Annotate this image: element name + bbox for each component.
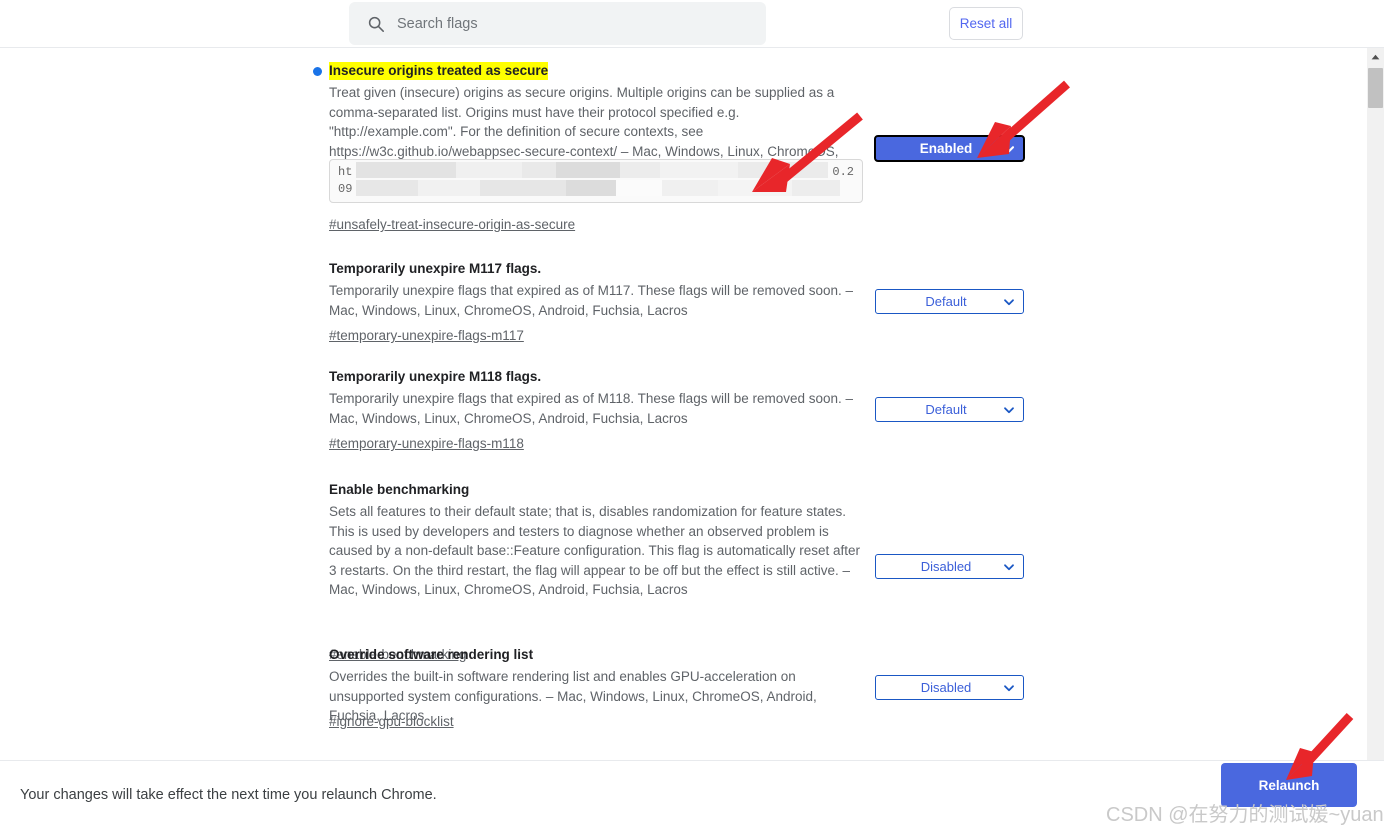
flag-permalink[interactable]: #unsafely-treat-insecure-origin-as-secur… [329,217,575,232]
flag-title-line: Override software rendering list [329,646,863,664]
flag-title: Temporarily unexpire M117 flags. [329,261,542,276]
flag-select-value: Default [925,402,967,417]
chevron-down-icon [1004,684,1014,691]
chevron-down-icon [1003,145,1015,152]
flags-toolbar: Reset all [0,0,1384,48]
flag-title-line: Temporarily unexpire M117 flags. [329,260,863,278]
flag-title: Insecure origins treated as secure [329,62,549,80]
origin-input-visible-text: ht 09 [338,165,353,196]
flag-title: Enable benchmarking [329,482,470,497]
flag-permalink[interactable]: #temporary-unexpire-flags-m117 [329,328,524,343]
flag-description: Temporarily unexpire flags that expired … [329,283,854,318]
flag-select-insecure-origins[interactable]: Enabled [874,135,1025,162]
relaunch-note: Your changes will take effect the next t… [20,787,437,803]
flag-description: Sets all features to their default state… [329,504,861,597]
flag-description: Temporarily unexpire flags that expired … [329,391,854,426]
flag-select-value: Default [925,294,967,309]
chevron-down-icon [1004,298,1014,305]
search-flags-box[interactable] [349,2,766,45]
flag-title-line: Enable benchmarking [329,481,863,499]
flag-select-unexpire-m117[interactable]: Default [875,289,1024,314]
flag-text-block: Enable benchmarking Sets all features to… [329,481,863,600]
insecure-origins-input[interactable]: ht 09 0.2 [329,159,863,203]
vertical-scrollbar[interactable] [1366,48,1384,760]
scroll-up-arrow-icon[interactable] [1367,48,1384,65]
flag-select-unexpire-m118[interactable]: Default [875,397,1024,422]
flag-select-value: Disabled [920,559,972,574]
flag-title-line: Temporarily unexpire M118 flags. [329,368,863,386]
flags-scroll-area: Insecure origins treated as secure Treat… [0,48,1384,760]
origin-input-tail-text: 0.2 [832,165,854,179]
flag-text-block: Temporarily unexpire M117 flags. Tempora… [329,260,863,320]
scrollbar-thumb[interactable] [1368,68,1383,108]
flag-text-block: Temporarily unexpire M118 flags. Tempora… [329,368,863,428]
reset-all-button[interactable]: Reset all [949,7,1023,40]
flag-select-override-software-rendering[interactable]: Disabled [875,675,1024,700]
chrome-flags-page: Reset all Insecure origins treated as se… [0,0,1384,832]
flag-title: Temporarily unexpire M118 flags. [329,369,542,384]
modified-flag-dot-icon [313,66,322,76]
flag-title: Override software rendering list [329,647,534,662]
chevron-down-icon [1004,406,1014,413]
chevron-down-icon [1004,563,1014,570]
relaunch-bar: Your changes will take effect the next t… [0,760,1384,832]
search-icon [368,16,384,32]
flag-permalink[interactable]: #ignore-gpu-blocklist [329,714,454,729]
flag-title-line: Insecure origins treated as secure [313,62,863,80]
flag-select-value: Disabled [920,680,972,695]
flag-permalink[interactable]: #temporary-unexpire-flags-m118 [329,436,524,451]
search-input[interactable] [397,15,727,32]
relaunch-button[interactable]: Relaunch [1221,763,1357,807]
flag-select-value: Enabled [919,141,973,156]
flag-select-enable-benchmarking[interactable]: Disabled [875,554,1024,579]
